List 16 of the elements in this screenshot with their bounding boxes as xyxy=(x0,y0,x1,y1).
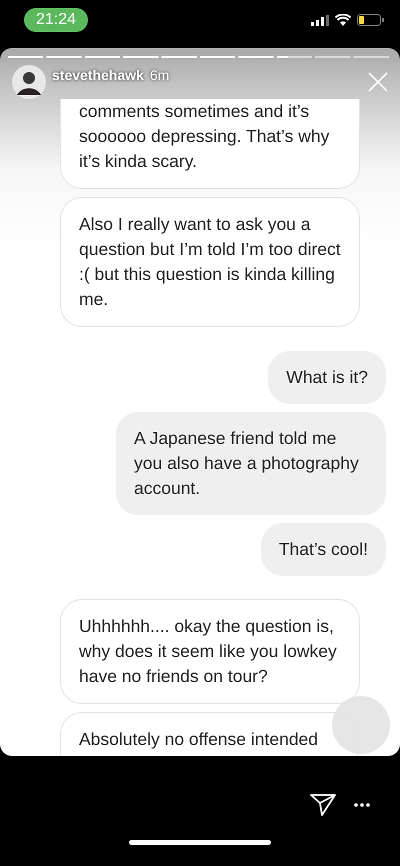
signal-icon xyxy=(311,14,329,26)
post-age: 6m xyxy=(150,67,170,83)
username[interactable]: stevethehawk xyxy=(52,67,144,83)
received-message: comments sometimes and it’s soooooo depressing. That’s why it’s kinda scary. xyxy=(60,99,360,189)
received-message: Uhhhhhh.... okay the question is, why does it seem like you lowkey have no friends on tour? xyxy=(60,599,360,704)
battery-icon xyxy=(357,14,384,26)
sent-message: A Japanese friend told me you also have a photography account. xyxy=(116,412,386,514)
clock-time: 21:24 xyxy=(24,8,88,32)
sent-message: That’s cool! xyxy=(260,522,386,576)
more-icon[interactable] xyxy=(354,803,370,807)
wifi-icon xyxy=(335,14,351,26)
received-message: Also I really want to ask you a question but I’m told I’m too direct :( but this question is kinda killing me. xyxy=(60,197,360,327)
sent-message: What is it? xyxy=(268,350,386,404)
send-icon[interactable] xyxy=(310,794,336,816)
circle-overlay-icon xyxy=(332,696,390,754)
avatar xyxy=(12,65,46,99)
